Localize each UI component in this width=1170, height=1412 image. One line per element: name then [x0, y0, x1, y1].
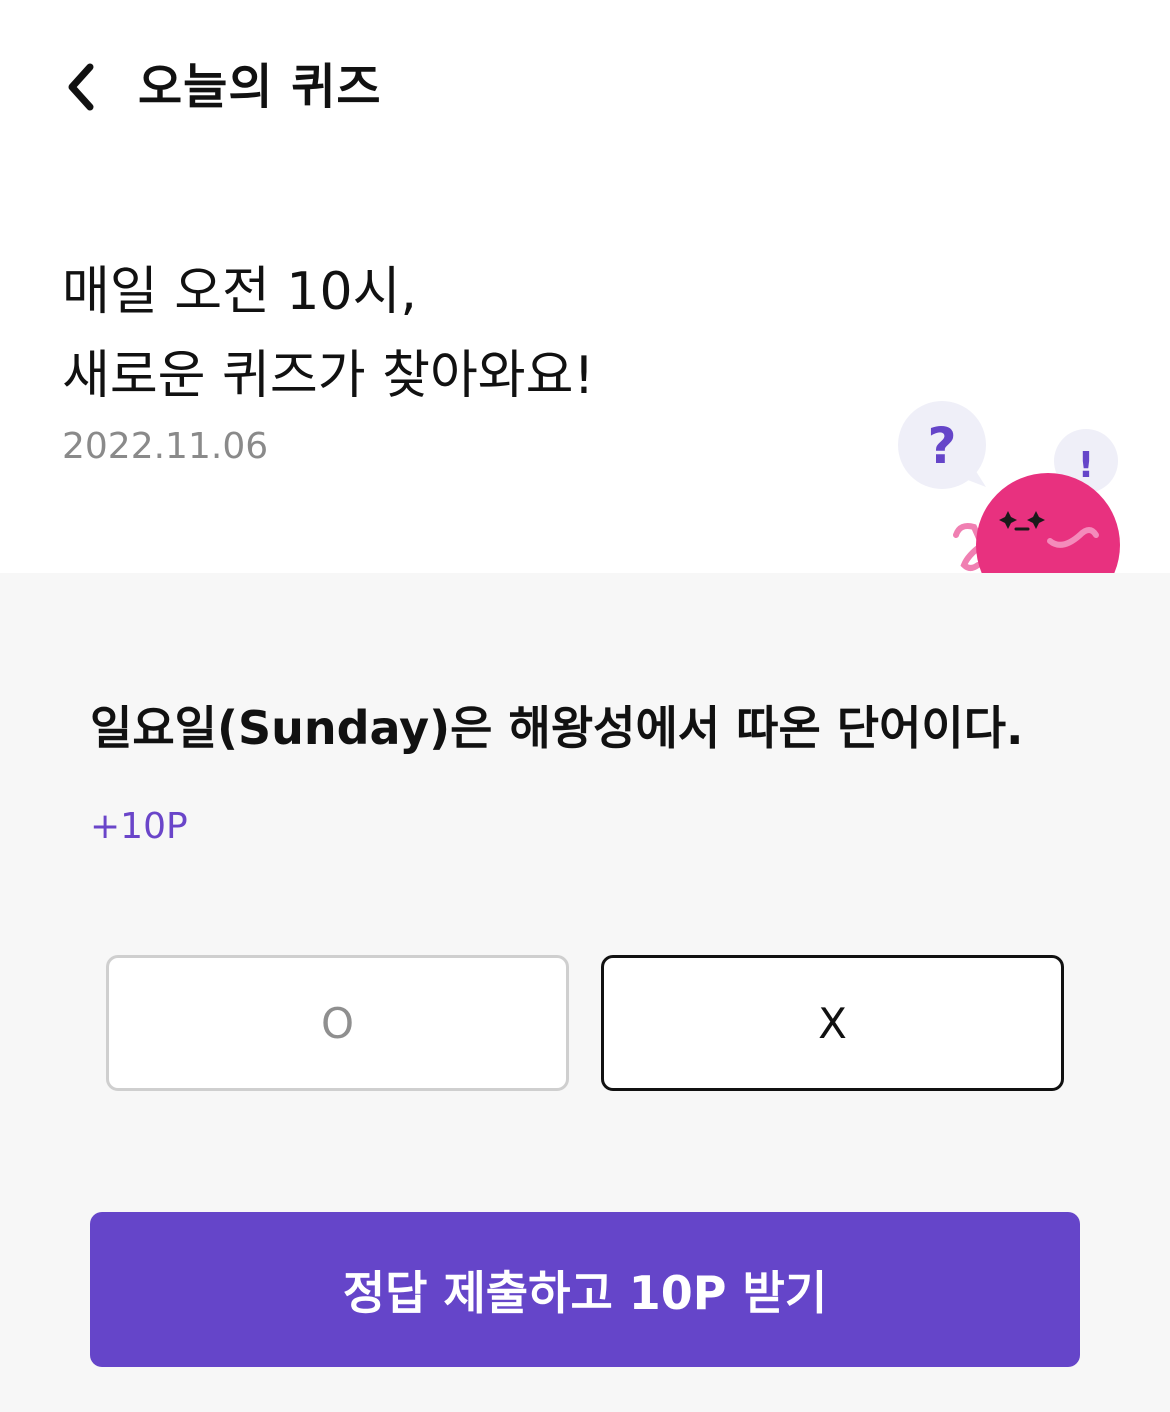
- intro-line-1: 매일 오전 10시,: [62, 262, 417, 322]
- quiz-date: 2022.11.06: [62, 426, 269, 467]
- mascot-illustration: ? !: [898, 401, 1120, 573]
- reward-points: +10P: [90, 806, 188, 847]
- page-title: 오늘의 퀴즈: [138, 59, 382, 115]
- submit-answer-button[interactable]: 정답 제출하고 10P 받기: [90, 1212, 1080, 1367]
- exclamation-mark: !: [1078, 445, 1094, 486]
- back-button[interactable]: [50, 52, 110, 122]
- answer-o-button[interactable]: O: [106, 955, 569, 1091]
- question-mark: ?: [927, 417, 956, 475]
- intro-line-2: 새로운 퀴즈가 찾아와요!: [62, 346, 595, 406]
- quiz-screen: 오늘의 퀴즈 매일 오전 10시, 새로운 퀴즈가 찾아와요! 2022.11.…: [0, 0, 1170, 1412]
- chevron-left-icon: [68, 63, 94, 111]
- quiz-question: 일요일(Sunday)은 해왕성에서 따온 단어이다.: [90, 701, 1024, 755]
- intro-section: 오늘의 퀴즈 매일 오전 10시, 새로운 퀴즈가 찾아와요! 2022.11.…: [0, 0, 1170, 573]
- answer-x-button[interactable]: X: [601, 955, 1064, 1091]
- intro-headline: 매일 오전 10시, 새로운 퀴즈가 찾아와요!: [62, 250, 594, 418]
- question-bubble-icon: ?: [898, 401, 986, 489]
